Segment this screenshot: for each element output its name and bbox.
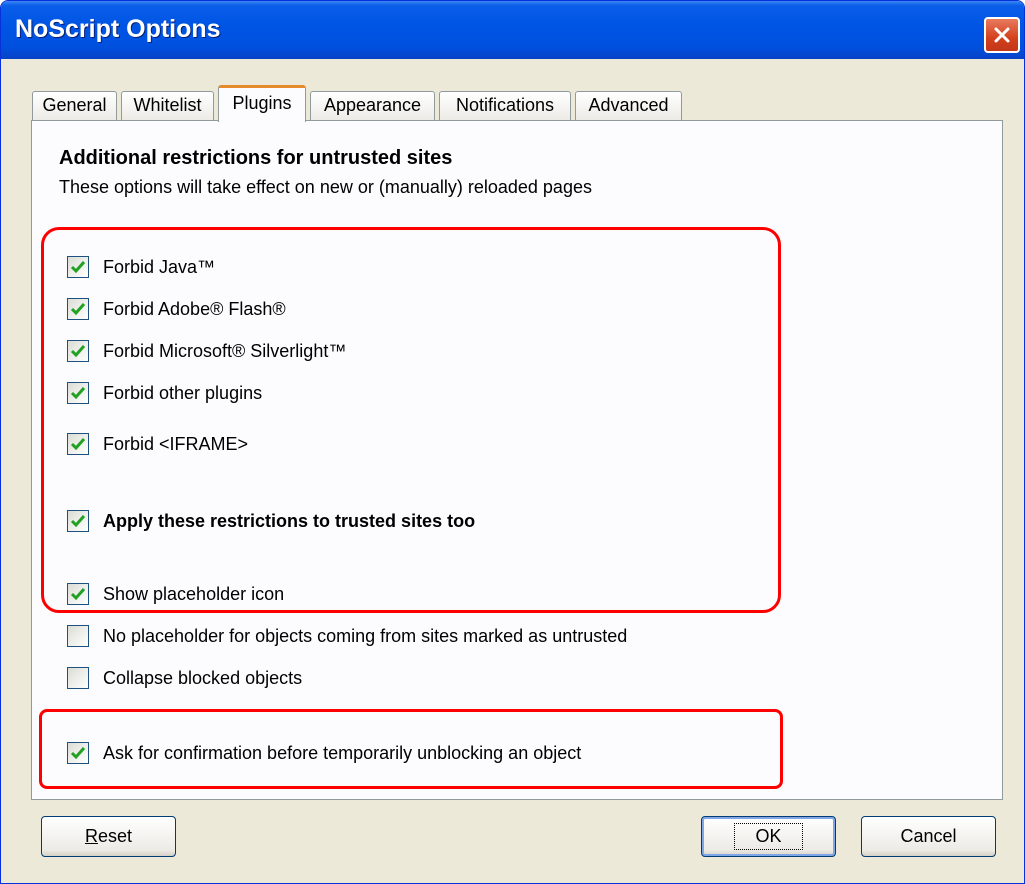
ok-button-label: OK xyxy=(734,823,803,850)
window-title: NoScript Options xyxy=(15,15,221,43)
section-subheading: These options will take effect on new or… xyxy=(59,177,592,197)
option-label: No placeholder for objects coming from s… xyxy=(103,625,628,646)
section-heading: Additional restrictions for untrusted si… xyxy=(59,147,453,169)
tab-appearance[interactable]: Appearance xyxy=(310,91,435,120)
option-label: Collapse blocked objects xyxy=(103,667,303,688)
reset-button-label: Reset xyxy=(84,826,133,846)
option-collapse-blocked[interactable]: Collapse blocked objects xyxy=(67,666,302,690)
cancel-button[interactable]: Cancel xyxy=(861,816,996,857)
reset-button[interactable]: Reset xyxy=(41,816,176,857)
tab-whitelist[interactable]: Whitelist xyxy=(121,91,214,120)
tab-general[interactable]: General xyxy=(32,91,117,120)
close-icon xyxy=(994,27,1010,43)
highlight-box-confirmation xyxy=(39,709,783,789)
cancel-button-label: Cancel xyxy=(900,826,957,846)
checkbox[interactable] xyxy=(67,625,89,647)
option-no-placeholder-untrusted[interactable]: No placeholder for objects coming from s… xyxy=(67,624,627,648)
noscript-options-dialog: NoScript Options General Whitelist Plugi… xyxy=(0,0,1025,884)
tab-notifications[interactable]: Notifications xyxy=(439,91,571,120)
checkbox[interactable] xyxy=(67,667,89,689)
tab-advanced[interactable]: Advanced xyxy=(575,91,682,120)
highlight-box-restrictions xyxy=(41,227,781,613)
title-bar[interactable]: NoScript Options xyxy=(1,1,1024,59)
ok-button[interactable]: OK xyxy=(701,816,836,857)
close-button[interactable] xyxy=(984,17,1020,53)
tab-plugins[interactable]: Plugins xyxy=(218,85,306,122)
